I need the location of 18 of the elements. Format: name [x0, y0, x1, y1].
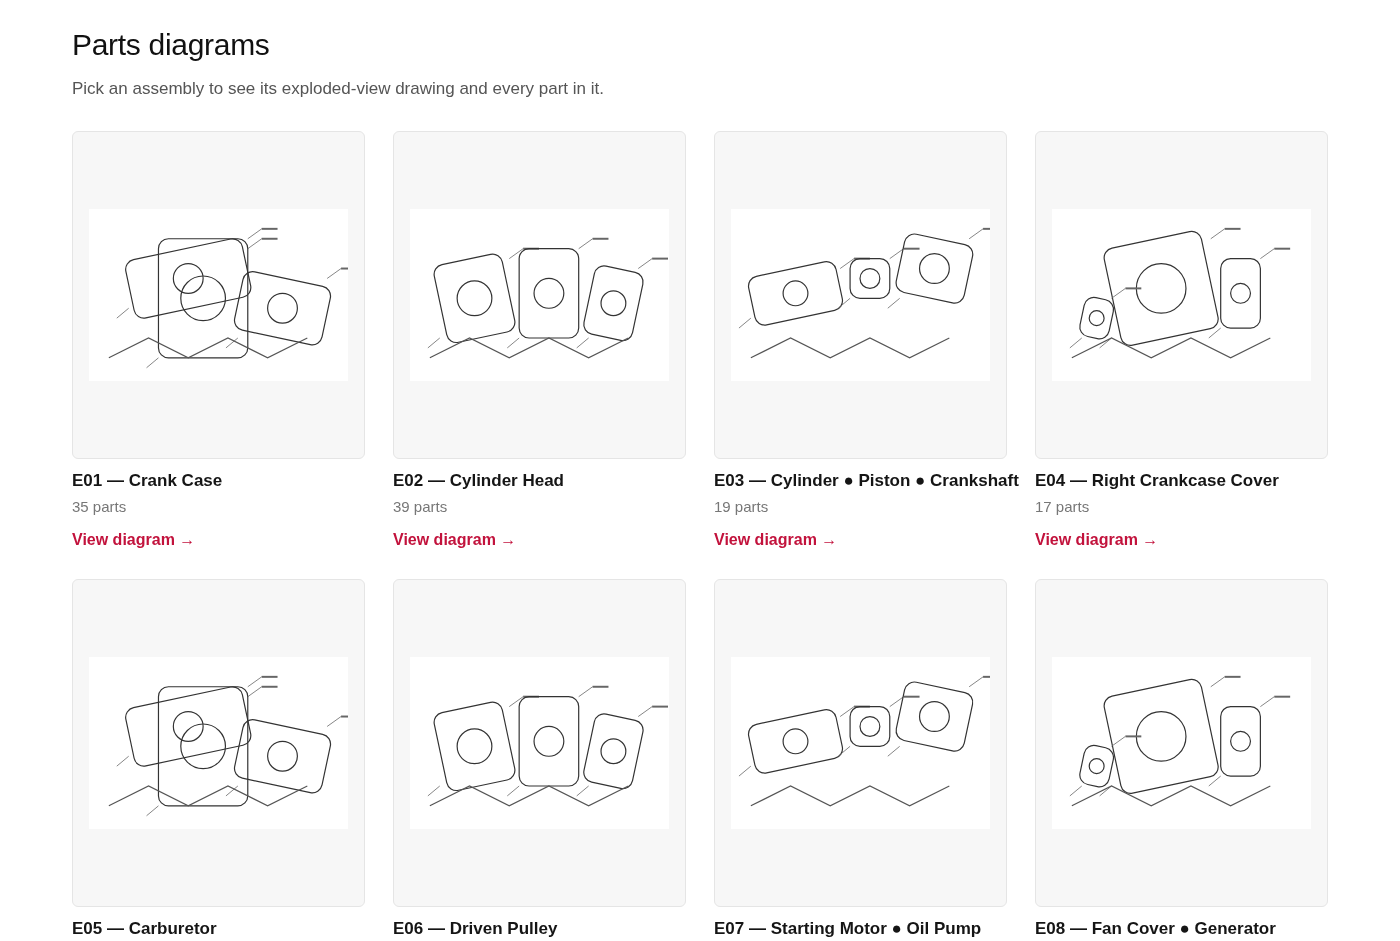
card-title: E04 — Right Crankcase Cover — [1035, 471, 1279, 491]
parts-count: 35 parts — [72, 497, 127, 517]
card-title: E03 — Cylinder ● Piston ● Crankshaft — [714, 471, 1019, 491]
view-diagram-link[interactable]: View diagram → — [714, 529, 838, 551]
card-title: E06 — Driven Pulley — [393, 919, 558, 939]
page-subtitle: Pick an assembly to see its exploded-view drawing and every part in it. — [72, 78, 604, 100]
view-diagram-link[interactable]: View diagram → — [1035, 529, 1159, 551]
card-title: E05 — Carburetor — [72, 919, 217, 939]
parts-count: 19 parts — [714, 497, 769, 517]
card-title: E08 — Fan Cover ● Generator — [1035, 919, 1276, 939]
card-title: E07 — Starting Motor ● Oil Pump — [714, 919, 982, 939]
parts-count: 17 parts — [1035, 497, 1090, 517]
page-title: Parts diagrams — [72, 27, 270, 63]
view-diagram-link[interactable]: View diagram → — [393, 529, 517, 551]
parts-count: 39 parts — [393, 497, 448, 517]
card-title: E02 — Cylinder Head — [393, 471, 564, 491]
view-diagram-link[interactable]: View diagram → — [72, 529, 196, 551]
card-title: E01 — Crank Case — [72, 471, 223, 491]
